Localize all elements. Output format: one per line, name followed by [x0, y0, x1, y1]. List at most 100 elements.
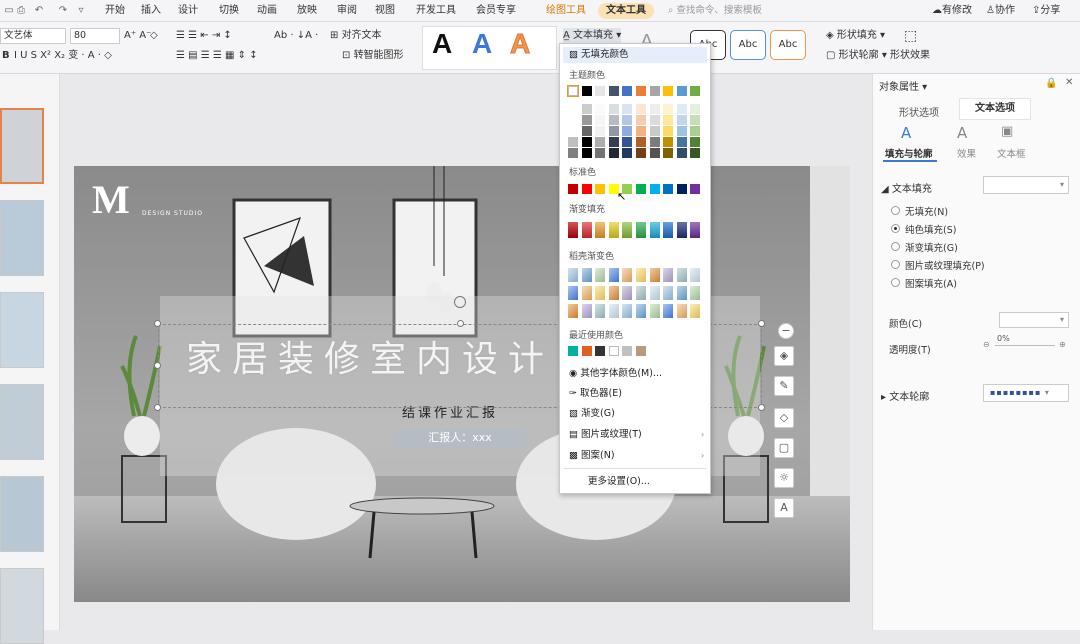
theme-tint-swatch[interactable] — [608, 126, 619, 136]
eyedropper-option[interactable]: ✑ 取色器(E) — [569, 386, 622, 402]
radio-gradient-fill[interactable] — [891, 242, 900, 251]
tab-transition[interactable]: 切换 — [218, 3, 240, 19]
gradient-color-swatch[interactable] — [581, 222, 592, 238]
tab-animation[interactable]: 动画 — [256, 3, 278, 19]
radio-solid-fill[interactable] — [891, 224, 900, 233]
theme-tint-swatch[interactable] — [568, 148, 578, 158]
theme-tint-swatch[interactable] — [649, 104, 660, 114]
theme-tint-swatch[interactable] — [622, 126, 633, 136]
subtab-effect[interactable]: 效果 — [957, 146, 976, 160]
gradient-color-swatch[interactable] — [608, 222, 619, 238]
docer-gradient-swatch[interactable] — [676, 304, 687, 318]
gradient-color-swatch[interactable] — [690, 222, 701, 238]
radio-no-fill[interactable] — [891, 206, 900, 215]
outline-style-select[interactable]: ▪▪▪▪▪▪▪▪ ▾ — [983, 384, 1069, 402]
more-settings-option[interactable]: 更多设置(O)... — [588, 474, 650, 490]
slide-thumbnail[interactable] — [0, 384, 44, 460]
gradient-color-swatch[interactable] — [676, 222, 687, 238]
tab-view[interactable]: 视图 — [374, 3, 396, 19]
theme-tint-swatch[interactable] — [676, 126, 687, 136]
text-box-icon[interactable]: A — [774, 498, 794, 518]
customize-icon[interactable]: ▿ — [74, 4, 88, 17]
docer-gradient-swatch[interactable] — [568, 268, 578, 282]
text-style-orange[interactable]: A — [509, 28, 530, 60]
standard-color-swatch[interactable] — [595, 184, 606, 194]
tab-design[interactable]: 设计 — [177, 3, 199, 19]
docer-gradient-swatch[interactable] — [608, 304, 619, 318]
theme-tint-swatch[interactable] — [676, 137, 687, 147]
theme-tint-swatch[interactable] — [690, 115, 701, 125]
docer-gradient-swatch[interactable] — [663, 268, 674, 282]
align-icons[interactable]: ☰ ▤ ☰ ☰ ▦ ⇕ ↕ — [176, 48, 258, 64]
theme-tint-swatch[interactable] — [608, 115, 619, 125]
docer-gradient-swatch[interactable] — [595, 286, 606, 300]
docer-gradient-swatch[interactable] — [608, 268, 619, 282]
theme-tint-swatch[interactable] — [663, 104, 674, 114]
theme-color-swatch[interactable] — [622, 86, 633, 96]
text-fill-button[interactable]: A̲ 文本填充 ▾ — [563, 28, 622, 44]
standard-color-swatch[interactable] — [581, 184, 592, 194]
theme-tint-swatch[interactable] — [568, 126, 578, 136]
theme-tint-swatch[interactable] — [595, 115, 606, 125]
plus-icon[interactable]: ⊕ — [1059, 340, 1066, 349]
close-icon[interactable]: ✕ — [1065, 77, 1073, 88]
tab-slideshow[interactable]: 放映 — [296, 3, 318, 19]
theme-tint-swatch[interactable] — [608, 104, 619, 114]
recent-color-swatch[interactable] — [595, 346, 606, 356]
theme-tint-swatch[interactable] — [649, 148, 660, 158]
theme-tint-swatch[interactable] — [690, 126, 701, 136]
slide-thumbnail[interactable] — [0, 568, 44, 644]
align-text-button[interactable]: ⊞ 对齐文本 — [330, 28, 382, 44]
resize-handle[interactable] — [758, 320, 765, 327]
standard-color-swatch[interactable] — [690, 184, 701, 194]
tab-shape-options[interactable]: 形状选项 — [899, 104, 939, 119]
bullet-icon[interactable]: ☰ ☰ ⇤ ⇥ ↕ — [176, 28, 232, 44]
theme-tint-swatch[interactable] — [676, 104, 687, 114]
standard-color-swatch[interactable] — [649, 184, 660, 194]
transparency-slider[interactable]: ⊖ 0% ⊕ — [983, 334, 1069, 352]
theme-tint-swatch[interactable] — [595, 148, 606, 158]
outline-icon[interactable]: ▢ — [774, 438, 794, 458]
no-fill-radio-label[interactable]: 无填充(N) — [905, 204, 948, 218]
tab-developer[interactable]: 开发工具 — [414, 3, 458, 19]
docer-gradient-swatch[interactable] — [595, 268, 606, 282]
theme-color-swatch[interactable] — [608, 86, 619, 96]
theme-tint-swatch[interactable] — [595, 104, 606, 114]
theme-tint-swatch[interactable] — [581, 137, 592, 147]
recent-color-swatch[interactable] — [622, 346, 633, 356]
slide-thumbnail[interactable] — [0, 476, 44, 552]
radio-pattern-fill[interactable] — [891, 278, 900, 287]
smart-shape-button[interactable]: ⊡ 转智能图形 — [342, 48, 404, 64]
theme-tint-swatch[interactable] — [608, 148, 619, 158]
pattern-fill-radio-label[interactable]: 图案填充(A) — [905, 276, 957, 290]
fill-bucket-icon[interactable]: ◇ — [774, 408, 794, 428]
theme-tint-swatch[interactable] — [581, 115, 592, 125]
radio-picture-fill[interactable] — [891, 260, 900, 269]
theme-tint-swatch[interactable] — [690, 104, 701, 114]
standard-color-swatch[interactable] — [676, 184, 687, 194]
transparency-value[interactable]: 0% — [997, 334, 1010, 343]
rotate-handle[interactable] — [454, 296, 466, 308]
docer-gradient-swatch[interactable] — [622, 268, 633, 282]
slide[interactable]: M DESIGN STUDIO 家居装修室内设计 结课作业汇报 汇报人：xxx — [74, 166, 850, 602]
theme-tint-swatch[interactable] — [568, 115, 578, 125]
shape-style-2[interactable]: Abc — [730, 30, 766, 60]
tab-insert[interactable]: 插入 — [140, 3, 162, 19]
font-grow-icon[interactable]: A⁺ A⁻ — [124, 28, 151, 44]
theme-tint-swatch[interactable] — [649, 137, 660, 147]
theme-tint-swatch[interactable] — [649, 126, 660, 136]
fill-type-select[interactable]: ▾ — [983, 176, 1069, 194]
docer-gradient-swatch[interactable] — [581, 286, 592, 300]
theme-tint-swatch[interactable] — [622, 137, 633, 147]
share-button[interactable]: ⇪分享 — [1032, 3, 1060, 19]
bold-button[interactable]: B — [2, 48, 10, 64]
recent-color-swatch[interactable] — [608, 346, 619, 356]
standard-color-swatch[interactable] — [663, 184, 674, 194]
docer-gradient-swatch[interactable] — [676, 286, 687, 300]
standard-color-swatch[interactable] — [636, 184, 646, 194]
resize-handle[interactable] — [758, 404, 765, 411]
theme-color-swatch[interactable] — [567, 85, 579, 97]
slide-thumbnail[interactable] — [0, 200, 44, 276]
theme-color-swatch[interactable] — [663, 86, 674, 96]
tab-text-tools[interactable]: 文本工具 — [598, 3, 654, 19]
